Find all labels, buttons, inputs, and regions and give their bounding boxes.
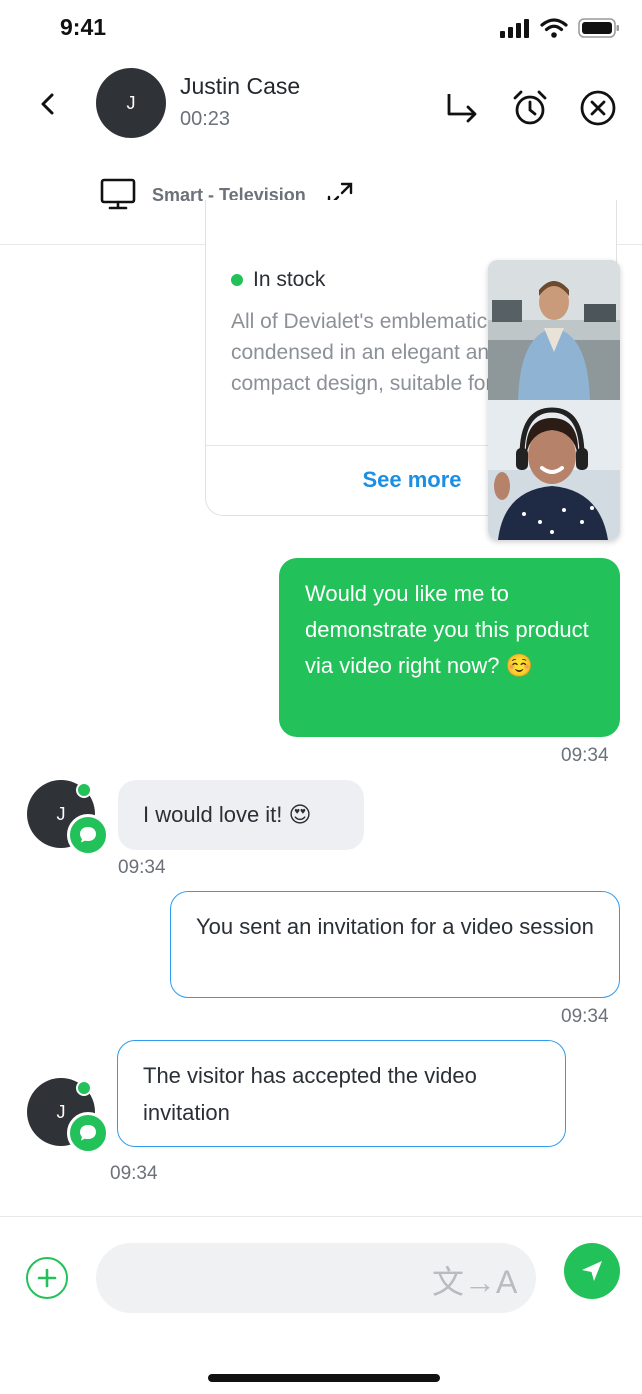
status-icons — [500, 18, 620, 38]
message-time: 09:34 — [110, 1163, 158, 1184]
back-chevron-icon — [41, 93, 54, 115]
chat-bubble-icon — [80, 1125, 96, 1141]
stock-label: In stock — [253, 268, 326, 291]
alarm-clock-icon — [513, 90, 547, 125]
plus-icon — [37, 1268, 57, 1288]
back-button[interactable] — [30, 86, 66, 122]
home-indicator — [208, 1374, 440, 1382]
video-call-preview[interactable] — [488, 260, 620, 540]
channel-badge — [67, 1112, 109, 1154]
translate-icon[interactable]: 文→A — [432, 1257, 517, 1303]
battery-icon — [578, 18, 619, 38]
call-timer: 00:23 — [180, 108, 231, 130]
stock-status: In stock — [231, 268, 325, 292]
send-button[interactable] — [564, 1243, 620, 1299]
transfer-arrow-icon — [447, 94, 477, 123]
contact-name: Justin Case — [180, 73, 301, 99]
system-message-invitation-sent: You sent an invitation for a video sessi… — [170, 891, 620, 998]
status-bar: 9:41 — [0, 0, 642, 60]
contact-avatar[interactable]: J — [96, 68, 166, 138]
close-circle-icon — [580, 90, 616, 126]
message-time: 09:34 — [561, 1006, 609, 1027]
signal-icon — [500, 19, 529, 38]
system-message-invitation-accepted: The visitor has accepted the video invit… — [117, 1040, 566, 1147]
add-attachment-button[interactable] — [26, 1257, 68, 1299]
transfer-button[interactable] — [442, 88, 482, 128]
message-bubble-agent: Would you like me to demonstrate you thi… — [279, 558, 620, 737]
message-time: 09:34 — [118, 857, 166, 878]
visitor-video-feed — [488, 400, 620, 540]
television-icon — [100, 178, 136, 210]
chat-bubble-icon — [80, 827, 96, 843]
wifi-icon — [540, 18, 568, 38]
online-status-dot — [76, 782, 92, 798]
online-status-dot — [76, 1080, 92, 1096]
message-bubble-visitor: I would love it! 😍 — [118, 780, 364, 850]
message-time: 09:34 — [561, 745, 609, 766]
channel-badge — [67, 814, 109, 856]
snooze-button[interactable] — [510, 88, 550, 128]
stock-dot — [231, 274, 243, 286]
agent-video-feed — [488, 260, 620, 400]
message-composer: 文→A — [0, 1216, 642, 1394]
close-conversation-button[interactable] — [578, 88, 618, 128]
status-time: 9:41 — [60, 14, 107, 40]
send-icon — [582, 1261, 602, 1281]
